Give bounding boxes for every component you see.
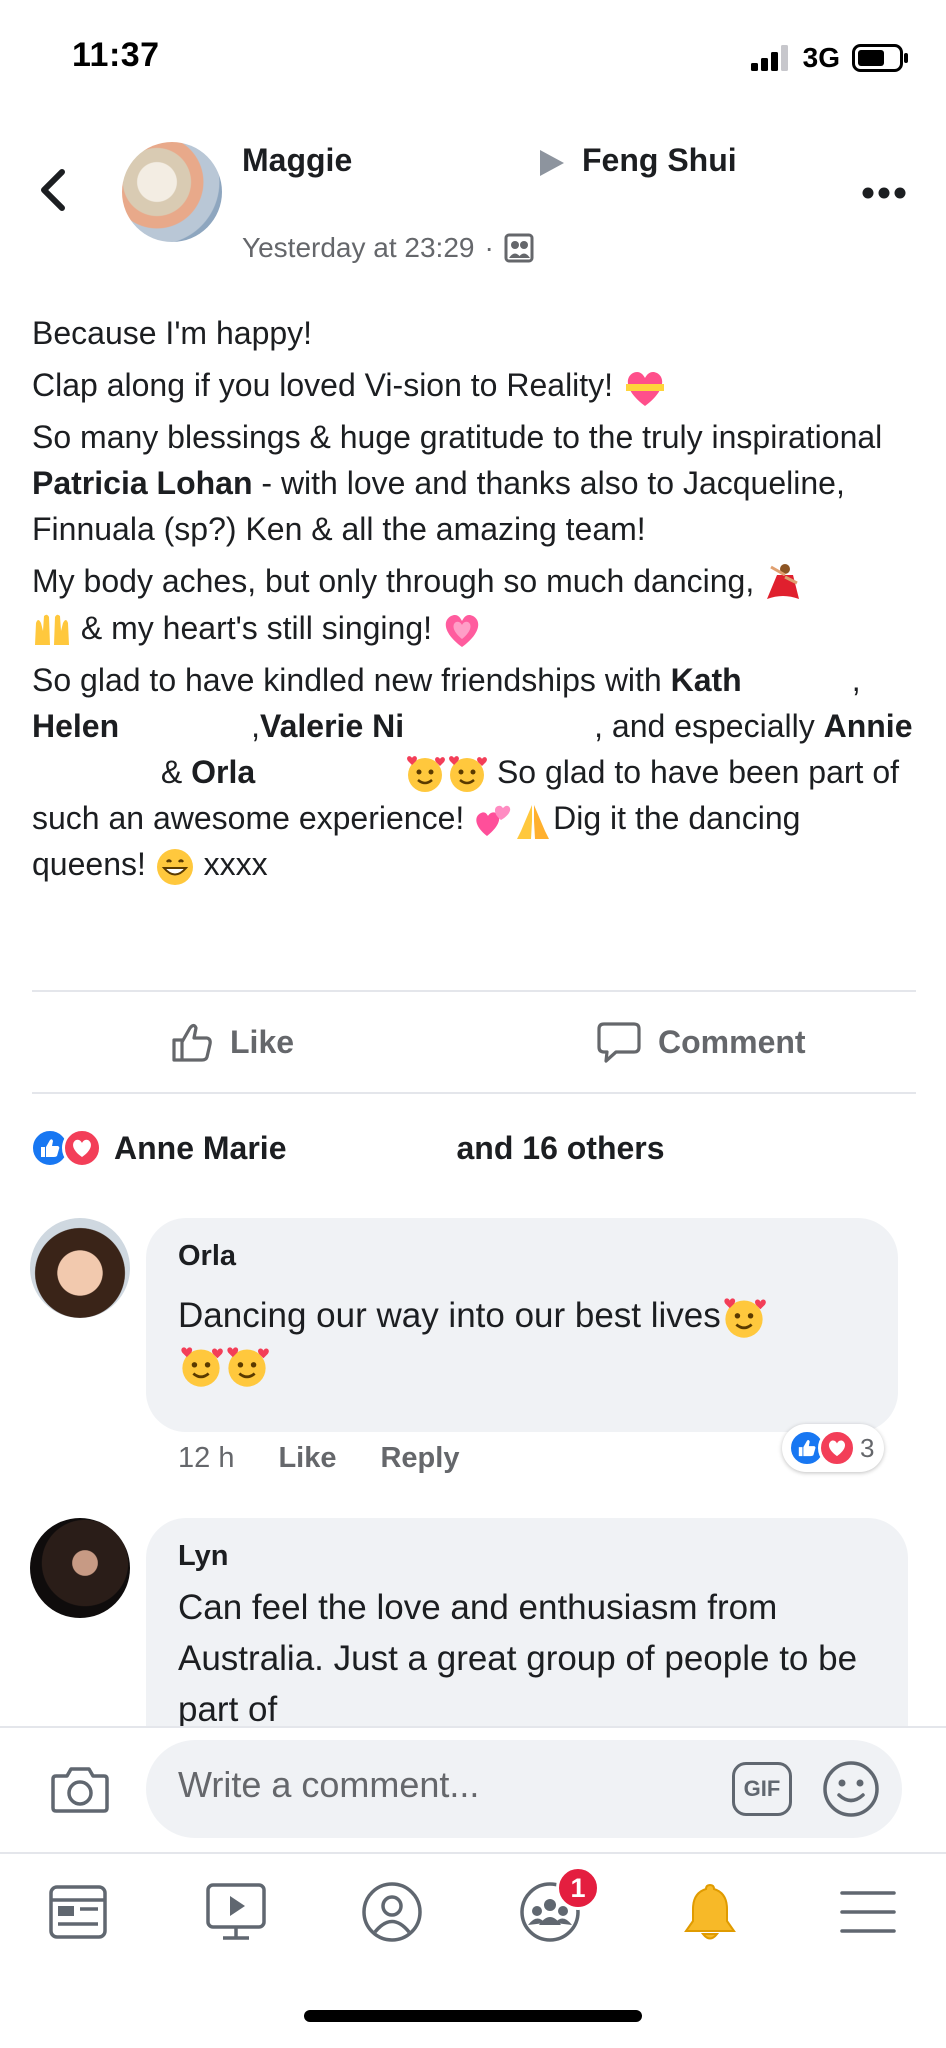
profile-icon [362,1882,422,1942]
comment-button[interactable]: Comment [596,1020,806,1064]
bell-icon [684,1883,736,1940]
reaction-first-name: Anne Marie [114,1129,287,1166]
dancer-emoji-icon [767,563,800,599]
post-timestamp[interactable]: Yesterday at 23:29 [242,232,474,264]
back-button[interactable] [36,166,80,222]
gif-button[interactable]: GIF [732,1762,792,1816]
mention-patricia[interactable]: Patricia Lohan [32,465,253,501]
raised-hands-emoji-icon [35,614,69,646]
post-more-button[interactable] [862,186,906,200]
post-line: So many blessings & huge gratitude to th… [32,419,883,547]
smiley-icon [823,1761,879,1817]
post-line: Because I'm happy! [32,315,313,351]
comment-like-button[interactable]: Like [278,1442,336,1475]
post-line: Clap along if you loved Vi-sion to Reali… [32,362,922,408]
love-reaction-icon [818,1429,856,1467]
mention-orla[interactable]: Orla [191,754,255,790]
comment-reactions[interactable]: 3 [782,1424,885,1472]
reaction-others: and 16 others [456,1129,665,1166]
post-author[interactable]: Maggie [242,142,352,179]
comment-input[interactable]: Write a comment... GIF [146,1740,902,1838]
grinning-face-emoji-icon [156,848,193,885]
smiling-hearts-emoji-icon [449,756,487,793]
thumbs-up-icon [172,1023,212,1062]
comment-meta: 12 h Like Reply [178,1442,459,1475]
commenter-avatar[interactable] [30,1518,130,1618]
camera-button[interactable] [50,1764,110,1814]
group-privacy-icon [504,233,534,263]
post-body: Because I'm happy! Clap along if you lov… [32,310,922,893]
tab-menu[interactable] [832,1876,904,1948]
camera-icon [51,1767,109,1813]
comment-bubble[interactable]: Orla Dancing our way into our best lives [146,1218,898,1432]
tab-news-feed[interactable] [42,1876,114,1948]
more-icon [862,187,906,199]
meta-separator: · [484,232,494,263]
arrow-right-icon [540,150,564,176]
like-button[interactable]: Like [170,1020,294,1064]
divider [32,1092,916,1094]
comment-reaction-count: 3 [860,1432,875,1463]
comment-text: Dancing our way into our best lives [178,1292,878,1390]
video-icon [206,1883,266,1940]
folded-hands-emoji-icon [517,804,550,839]
two-hearts-emoji-icon [476,805,511,836]
emoji-button[interactable] [822,1760,880,1818]
comment-author[interactable]: Orla [178,1240,236,1273]
heart-ribbon-emoji-icon [625,371,664,406]
comment-input-placeholder: Write a comment... [178,1764,480,1805]
post-meta: Yesterday at 23:29 · [242,232,534,264]
smiling-hearts-emoji-icon [181,1346,223,1387]
post-group[interactable]: Feng Shui [582,142,737,179]
tab-profile[interactable] [356,1876,428,1948]
signal-icon [750,45,788,71]
post-line: So glad to have kindled new friendships … [32,657,922,888]
post-line: My body aches, but only through so much … [32,558,922,651]
comment-icon [597,1022,641,1063]
gif-label: GIF [743,1776,781,1801]
comment-author[interactable]: Lyn [178,1540,228,1573]
tab-notifications[interactable] [674,1876,746,1948]
smiling-hearts-emoji-icon [407,756,445,793]
home-indicator[interactable] [304,2010,642,2022]
commenter-avatar[interactable] [30,1218,130,1318]
news-feed-icon [49,1885,107,1939]
growing-heart-emoji-icon [445,615,479,648]
status-time: 11:37 [72,36,160,74]
divider [32,990,916,992]
battery-icon [852,44,908,72]
menu-icon [840,1891,896,1933]
mention-annie[interactable]: Annie [824,708,913,744]
mention-kath[interactable]: Kath [671,662,742,698]
author-avatar[interactable] [122,142,222,242]
comment-time: 12 h [178,1442,235,1474]
mention-valerie[interactable]: Valerie Ni [260,708,404,744]
comment-text: Can feel the love and enthusiasm from Au… [178,1588,858,1729]
status-indicators: 3G [750,42,910,74]
tab-watch[interactable] [200,1876,272,1948]
comment-reply-button[interactable]: Reply [380,1442,459,1475]
network-type: 3G [802,42,840,73]
love-reaction-icon [62,1128,102,1168]
smiling-hearts-emoji-icon [724,1298,766,1338]
smiling-hearts-emoji-icon [227,1346,269,1387]
reactions-summary[interactable]: Anne Marie and 16 others [30,1128,665,1168]
chevron-left-icon [41,169,65,211]
mention-helen[interactable]: Helen [32,708,119,744]
groups-notification-badge: 1 [556,1866,600,1910]
